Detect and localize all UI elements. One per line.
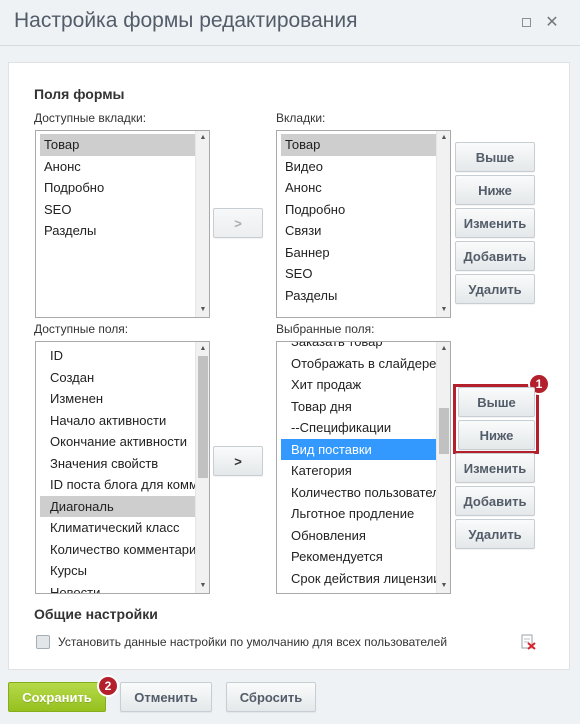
- default-settings-label[interactable]: Установить данные настройки по умолчанию…: [58, 635, 447, 649]
- scroll-down-icon[interactable]: ▼: [437, 304, 450, 316]
- list-option[interactable]: Подробно: [281, 199, 436, 221]
- tab-edit-button[interactable]: Изменить: [455, 208, 535, 238]
- list-option[interactable]: Климатический класс: [40, 517, 195, 539]
- list-option[interactable]: Видео: [281, 156, 436, 178]
- tabs-items: Товар Видео Анонс Подробно Связи Баннер SEO Раз…: [281, 134, 436, 317]
- field-down-button[interactable]: Ниже: [458, 420, 535, 450]
- list-option[interactable]: Категория: [281, 460, 436, 482]
- list-option[interactable]: Отображать в слайдере: [281, 353, 436, 375]
- edit-document-icon[interactable]: [520, 634, 536, 650]
- list-option[interactable]: Изменен: [40, 388, 195, 410]
- available-fields-listbox[interactable]: ID Создан Изменен Начало активности Окончани…: [35, 341, 210, 594]
- maximize-button[interactable]: [517, 13, 535, 31]
- list-option[interactable]: Связи: [281, 220, 436, 242]
- scroll-up-icon[interactable]: ▲: [437, 343, 450, 355]
- list-option[interactable]: Разделы: [40, 220, 195, 242]
- available-tabs-scrollbar[interactable]: ▲ ▼: [195, 131, 209, 317]
- list-option[interactable]: Анонс: [40, 156, 195, 178]
- list-option[interactable]: Льготное продление: [281, 503, 436, 525]
- selected-fields-items: Заказать товар Отображать в слайдере Хит п…: [281, 342, 436, 593]
- list-option[interactable]: ID поста блога для комментариев: [40, 474, 195, 496]
- scroll-up-icon[interactable]: ▲: [196, 132, 209, 144]
- tabs-label: Вкладки:: [276, 111, 326, 125]
- close-icon: ✕: [545, 14, 559, 31]
- available-tabs-label: Доступные вкладки:: [34, 111, 147, 125]
- list-option[interactable]: Товар: [40, 134, 195, 156]
- scrollbar-thumb[interactable]: [439, 408, 449, 454]
- selected-fields-scrollbar[interactable]: ▲ ▼: [436, 342, 450, 593]
- list-option[interactable]: Товар дня: [281, 396, 436, 418]
- field-add-button[interactable]: Добавить: [455, 486, 535, 516]
- annotation-badge-2: 2: [97, 675, 119, 697]
- close-button[interactable]: ✕: [543, 13, 561, 31]
- scroll-up-icon[interactable]: ▲: [437, 132, 450, 144]
- tabs-listbox[interactable]: Товар Видео Анонс Подробно Связи Баннер SEO Раз…: [276, 130, 451, 318]
- list-option[interactable]: Разделы: [281, 285, 436, 307]
- available-fields-label: Доступные поля:: [34, 322, 129, 336]
- tabs-scrollbar[interactable]: ▲ ▼: [436, 131, 450, 317]
- scrollbar-thumb[interactable]: [198, 356, 208, 478]
- scroll-down-icon[interactable]: ▼: [437, 580, 450, 592]
- field-edit-button[interactable]: Изменить: [455, 453, 535, 483]
- general-settings-title: Общие настройки: [34, 606, 158, 622]
- list-option[interactable]: Хит продаж: [281, 374, 436, 396]
- list-option[interactable]: Язык: [281, 589, 436, 593]
- tab-down-button[interactable]: Ниже: [455, 175, 535, 205]
- form-fields-title: Поля формы: [34, 86, 125, 102]
- move-field-button[interactable]: >: [213, 446, 263, 476]
- scroll-up-icon[interactable]: ▲: [196, 343, 209, 355]
- selected-fields-label: Выбранные поля:: [276, 322, 375, 336]
- available-tabs-listbox[interactable]: Товар Анонс Подробно SEO Разделы ▲ ▼: [35, 130, 210, 318]
- list-option[interactable]: Количество комментариев: [40, 539, 195, 561]
- field-up-button[interactable]: Выше: [458, 387, 535, 417]
- dialog-titlebar: Настройка формы редактирования ✕: [0, 0, 580, 46]
- maximize-icon: [521, 17, 531, 27]
- list-option[interactable]: Создан: [40, 367, 195, 389]
- list-option[interactable]: Курсы: [40, 560, 195, 582]
- available-fields-items: ID Создан Изменен Начало активности Окончани…: [40, 345, 195, 593]
- scroll-down-icon[interactable]: ▼: [196, 304, 209, 316]
- selected-fields-listbox[interactable]: Заказать товар Отображать в слайдере Хит п…: [276, 341, 451, 594]
- list-option[interactable]: Заказать товар: [281, 342, 436, 353]
- available-tabs-items: Товар Анонс Подробно SEO Разделы: [40, 134, 195, 317]
- list-option[interactable]: Рекомендуется: [281, 546, 436, 568]
- list-option[interactable]: Начало активности: [40, 410, 195, 432]
- list-option[interactable]: SEO: [40, 199, 195, 221]
- field-delete-button[interactable]: Удалить: [455, 519, 535, 549]
- move-tab-button[interactable]: >: [213, 208, 263, 238]
- list-option[interactable]: SEO: [281, 263, 436, 285]
- list-option[interactable]: Анонс: [281, 177, 436, 199]
- available-fields-scrollbar[interactable]: ▲ ▼: [195, 342, 209, 593]
- list-option[interactable]: Подробно: [40, 177, 195, 199]
- list-option[interactable]: Значения свойств: [40, 453, 195, 475]
- list-option[interactable]: Товар: [281, 134, 436, 156]
- dialog-title: Настройка формы редактирования: [14, 9, 358, 32]
- list-option[interactable]: Баннер: [281, 242, 436, 264]
- default-settings-checkbox[interactable]: [36, 635, 50, 649]
- list-option[interactable]: --Спецификации: [281, 417, 436, 439]
- list-option[interactable]: Новости: [40, 582, 195, 594]
- list-option[interactable]: Вид поставки: [281, 438, 436, 460]
- tab-delete-button[interactable]: Удалить: [455, 274, 535, 304]
- list-option[interactable]: Окончание активности: [40, 431, 195, 453]
- list-option[interactable]: Диагональ: [40, 495, 195, 517]
- tab-add-button[interactable]: Добавить: [455, 241, 535, 271]
- list-option[interactable]: Обновления: [281, 525, 436, 547]
- save-button[interactable]: Сохранить: [8, 682, 106, 712]
- list-option[interactable]: ID: [40, 345, 195, 367]
- list-option[interactable]: Срок действия лицензии: [281, 568, 436, 590]
- scroll-down-icon[interactable]: ▼: [196, 580, 209, 592]
- tab-up-button[interactable]: Выше: [455, 142, 535, 172]
- reset-button[interactable]: Сбросить: [226, 682, 316, 712]
- list-option[interactable]: Количество пользователей: [281, 482, 436, 504]
- cancel-button[interactable]: Отменить: [120, 682, 212, 712]
